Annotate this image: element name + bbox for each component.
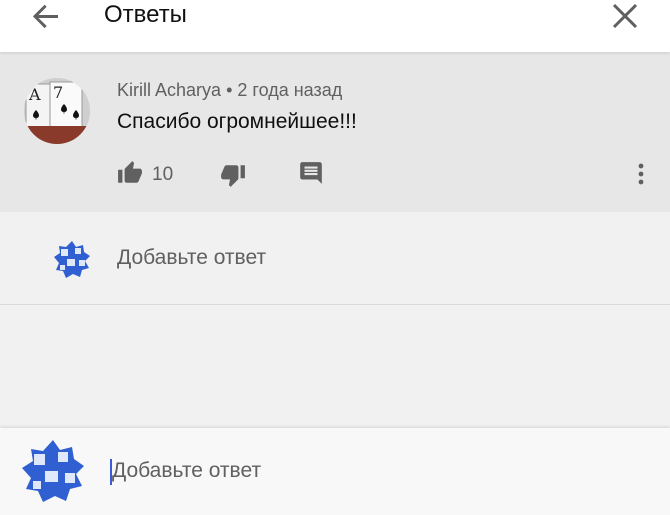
close-icon bbox=[612, 3, 638, 29]
playing-cards-image: A 7 bbox=[24, 78, 90, 144]
reply-input[interactable] bbox=[112, 456, 632, 486]
reply-comment-icon bbox=[300, 162, 322, 184]
commenter-avatar[interactable]: A 7 bbox=[24, 78, 90, 144]
page-title: Ответы bbox=[104, 1, 187, 28]
app-header: Ответы bbox=[0, 0, 670, 52]
like-count: 10 bbox=[152, 164, 174, 185]
comment-card: A 7 Kirill Acharya • 2 года назад Спасиб… bbox=[0, 52, 670, 212]
thumb-up-icon bbox=[118, 161, 142, 183]
close-button[interactable] bbox=[609, 0, 641, 32]
thumb-down-icon bbox=[221, 165, 245, 187]
svg-text:A: A bbox=[28, 85, 41, 104]
like-button[interactable] bbox=[117, 160, 145, 188]
dislike-button[interactable] bbox=[220, 162, 248, 190]
comment-actions: 10 bbox=[117, 160, 657, 190]
user-avatar-icon bbox=[53, 240, 91, 278]
more-options-button[interactable] bbox=[629, 160, 657, 188]
add-reply-row[interactable]: Добавьте ответ bbox=[0, 212, 670, 305]
svg-text:7: 7 bbox=[53, 83, 63, 102]
reply-composer bbox=[0, 428, 670, 515]
user-avatar-icon bbox=[21, 439, 85, 503]
more-vert-icon bbox=[638, 163, 644, 185]
back-button[interactable] bbox=[30, 0, 62, 32]
meta-separator: • bbox=[226, 80, 233, 100]
reply-button[interactable] bbox=[298, 160, 326, 188]
comment-author[interactable]: Kirill Acharya bbox=[117, 80, 221, 100]
comment-time: 2 года назад bbox=[237, 80, 343, 100]
comment-meta: Kirill Acharya • 2 года назад bbox=[117, 80, 342, 101]
add-reply-placeholder[interactable]: Добавьте ответ bbox=[117, 246, 266, 270]
comment-text: Спасибо огромнейшее!!! bbox=[117, 110, 357, 133]
arrow-left-icon bbox=[32, 4, 58, 29]
